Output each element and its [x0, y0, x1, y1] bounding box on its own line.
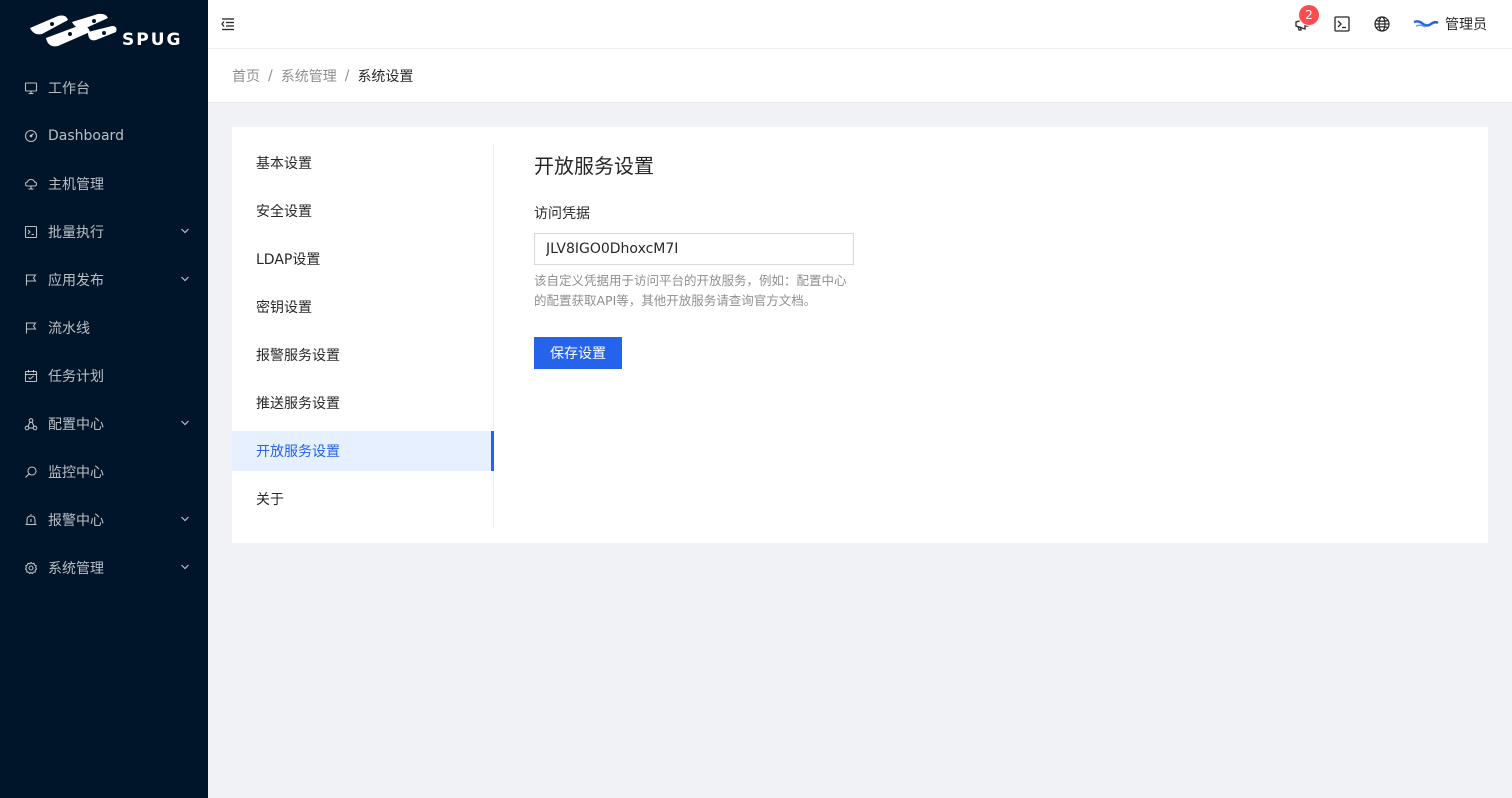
breadcrumb-home[interactable]: 首页: [232, 66, 260, 86]
breadcrumb-system-admin[interactable]: 系统管理: [281, 66, 337, 86]
avatar: [1413, 20, 1439, 28]
sidebar-item[interactable]: 系统管理: [0, 544, 208, 592]
sidebar-item-label: 任务计划: [48, 369, 104, 385]
terminal-icon: [24, 225, 38, 239]
sidebar-item-label: 系统管理: [48, 561, 104, 577]
sidebar-item[interactable]: 配置中心: [0, 400, 208, 448]
sidebar-item[interactable]: 主机管理: [0, 160, 208, 208]
breadcrumb-bar: 首页 / 系统管理 / 系统设置: [208, 49, 1512, 103]
alert-icon: [25, 514, 37, 526]
sidebar-item-label: 报警中心: [48, 513, 104, 529]
sidebar-item-label: 配置中心: [48, 417, 104, 433]
sidebar-item-label: 应用发布: [48, 273, 104, 289]
web-terminal-button[interactable]: [1332, 14, 1352, 34]
logo-text: SPUG: [122, 30, 183, 50]
settings-menu-item[interactable]: 安全设置: [232, 191, 493, 231]
chevron-down-icon: [181, 420, 189, 426]
breadcrumb: 首页 / 系统管理 / 系统设置: [232, 66, 413, 86]
breadcrumb-current: 系统设置: [357, 69, 414, 85]
sidebar-item-label: 批量执行: [48, 225, 104, 241]
top-header: 2 管理员: [208, 0, 1512, 49]
monitor-icon: [25, 466, 37, 478]
settings-card: 基本设置 安全设置 LDAP设置 密钥设置 报警服务设置 推送服务设置 开放服务设置 关于 开…: [232, 127, 1488, 543]
chevron-down-icon: [181, 276, 189, 282]
flag-icon: [25, 322, 37, 334]
panel-title: 开放服务设置: [534, 154, 654, 178]
chevron-down-icon: [181, 228, 189, 234]
logo[interactable]: SPUG: [0, 0, 208, 64]
sidebar: SPUG 工作台 Dashboard 主机管理批量执行应用发布流水线任务计划配置中心…: [0, 0, 208, 798]
breadcrumb-separator: /: [268, 68, 273, 84]
chevron-down-icon: [181, 516, 189, 522]
sidebar-item[interactable]: Dashboard: [0, 112, 208, 160]
calendar-icon: [24, 370, 38, 383]
sidebar-item[interactable]: 报警中心: [0, 496, 208, 544]
sidebar-item-label: 流水线: [48, 321, 90, 337]
sidebar-item[interactable]: 批量执行: [0, 208, 208, 256]
settings-menu-item[interactable]: 基本设置: [232, 143, 493, 183]
sidebar-item-label: 工作台: [48, 81, 90, 97]
sidebar-item[interactable]: 工作台: [0, 64, 208, 112]
dashboard-icon: [24, 129, 38, 143]
sidebar-menu: 工作台 Dashboard 主机管理批量执行应用发布流水线任务计划配置中心监控中心报…: [0, 64, 208, 592]
flag-icon: [25, 274, 37, 286]
access-credential-input[interactable]: [534, 233, 854, 265]
access-credential-help: 该自定义凭据用于访问平台的开放服务，例如：配置中心的配置获取API等，其他开放服…: [534, 273, 847, 308]
desktop-icon: [24, 82, 38, 95]
user-name: 管理员: [1445, 17, 1487, 33]
breadcrumb-separator: /: [344, 68, 350, 84]
global-icon: [1374, 16, 1390, 32]
notification-badge: 2: [1299, 5, 1319, 25]
settings-menu-item[interactable]: LDAP设置: [232, 239, 493, 279]
menu-fold-icon[interactable]: [220, 16, 236, 32]
setting-icon: [24, 561, 38, 575]
user-menu[interactable]: 管理员: [1413, 13, 1487, 35]
sidebar-item[interactable]: 流水线: [0, 304, 208, 352]
sidebar-item[interactable]: 监控中心: [0, 448, 208, 496]
settings-menu-item[interactable]: 密钥设置: [232, 287, 493, 327]
settings-menu-item[interactable]: 开放服务设置: [232, 431, 494, 471]
settings-menu-item[interactable]: 推送服务设置: [232, 383, 493, 423]
settings-menu-item[interactable]: 报警服务设置: [232, 335, 493, 375]
sidebar-item-label: 监控中心: [48, 465, 104, 481]
sidebar-item[interactable]: 任务计划: [0, 352, 208, 400]
cloud-server-icon: [24, 178, 38, 190]
sidebar-item[interactable]: 应用发布: [0, 256, 208, 304]
sidebar-item-label: 主机管理: [48, 177, 104, 193]
settings-menu-item[interactable]: 关于: [232, 479, 493, 519]
settings-menu: 基本设置安全设置 LDAP设置 密钥设置报警服务设置 推送服务设置 开放服务设置 关于: [232, 143, 494, 527]
terminal-icon: [1334, 16, 1350, 32]
spug-logo-icon: [30, 13, 117, 47]
settings-panel: 开放服务设置 访问凭据 该自定义凭据用于访问平台的开放服务，例如：配置中心的配置…: [534, 151, 854, 369]
access-credential-label: 访问凭据: [534, 206, 590, 222]
chevron-down-icon: [181, 564, 189, 570]
deployment-unit-icon: [24, 418, 38, 431]
save-settings-button[interactable]: 保存设置: [534, 337, 622, 369]
language-button[interactable]: [1372, 14, 1392, 34]
sidebar-item-label: Dashboard: [48, 128, 124, 144]
